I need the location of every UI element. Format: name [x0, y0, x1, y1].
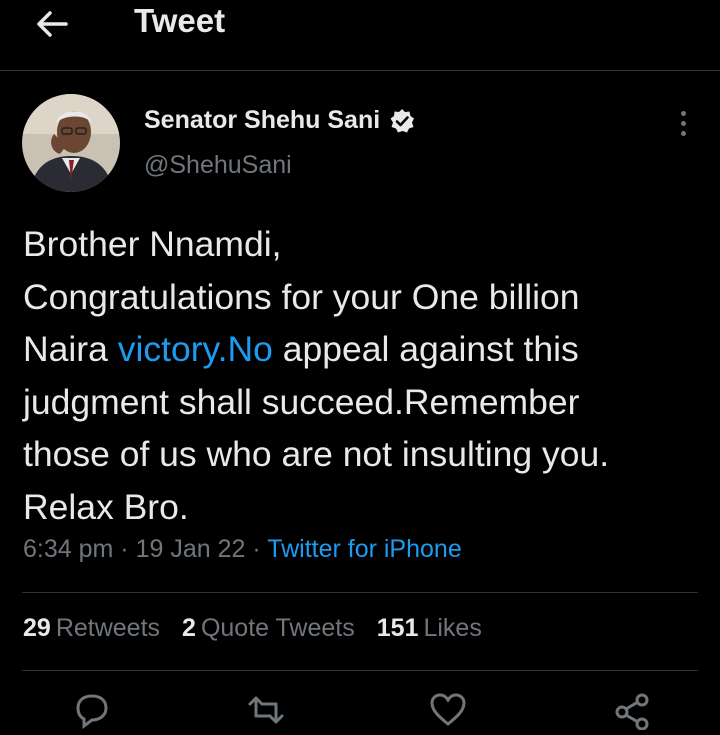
tweet-text-line: those of us who are not insulting you.: [23, 428, 713, 481]
author-handle[interactable]: @ShehuSani: [144, 151, 292, 180]
quote-tweets-stat[interactable]: 2 Quote Tweets: [182, 614, 355, 643]
tweet-text: Brother Nnamdi, Congratulations for your …: [23, 218, 713, 533]
retweets-count: 29: [23, 614, 51, 642]
quotes-label: Quote Tweets: [200, 614, 355, 642]
avatar[interactable]: [22, 94, 120, 192]
tweet-source-link[interactable]: Twitter for iPhone: [267, 535, 462, 563]
action-bar: [0, 690, 720, 731]
divider: [22, 670, 698, 671]
reply-icon[interactable]: [72, 690, 112, 730]
meta-separator: ·: [120, 535, 136, 563]
quotes-count: 2: [182, 614, 196, 642]
back-button[interactable]: [30, 4, 74, 44]
more-options-icon[interactable]: [668, 108, 698, 138]
share-icon[interactable]: [612, 690, 652, 731]
likes-count: 151: [376, 614, 419, 642]
back-arrow-icon: [37, 11, 68, 37]
tweet-date[interactable]: 19 Jan 22: [136, 535, 246, 563]
tweet-text-segment: those of us who are not insulting you.: [23, 434, 610, 474]
tweet-link[interactable]: victory.No: [118, 329, 273, 369]
top-bar: Tweet: [0, 0, 720, 71]
retweets-stat[interactable]: 29 Retweets: [23, 614, 160, 643]
verified-badge-icon: [389, 108, 415, 134]
tweet-text-segment: Congratulations for your One billion: [23, 276, 580, 317]
tweet-text-line: Brother Nnamdi,: [23, 218, 713, 271]
tweet-stats: 29 Retweets 2 Quote Tweets 151 Likes: [23, 614, 504, 643]
meta-separator: ·: [252, 535, 268, 563]
tweet-time[interactable]: 6:34 pm: [23, 535, 113, 563]
tweet-meta: 6:34 pm · 19 Jan 22 · Twitter for iPhone: [23, 535, 462, 564]
tweet-text-line: Congratulations for your One billion: [23, 271, 713, 324]
likes-label: Likes: [423, 614, 482, 642]
tweet-text-segment: appeal against this: [272, 329, 579, 369]
tweet-text-line: Relax Bro.: [23, 481, 713, 534]
tweet-text-segment: judgment shall succeed.Remember: [23, 381, 580, 422]
author-name[interactable]: Senator Shehu Sani: [144, 106, 380, 135]
page-title: Tweet: [134, 2, 226, 39]
like-icon[interactable]: [428, 690, 468, 730]
likes-stat[interactable]: 151 Likes: [377, 614, 482, 643]
tweet-text-segment: Brother Nnamdi,: [23, 224, 282, 264]
tweet-text-line: Naira victory.No appeal against this: [23, 323, 713, 376]
tweet-text-segment: Relax Bro.: [23, 486, 189, 527]
retweet-icon[interactable]: [246, 690, 286, 730]
author-name-row[interactable]: Senator Shehu Sani: [144, 106, 415, 135]
tweet-text-line: judgment shall succeed.Remember: [23, 376, 713, 429]
divider: [22, 592, 698, 593]
tweet-text-segment: Naira: [23, 329, 118, 369]
retweets-label: Retweets: [55, 614, 161, 642]
